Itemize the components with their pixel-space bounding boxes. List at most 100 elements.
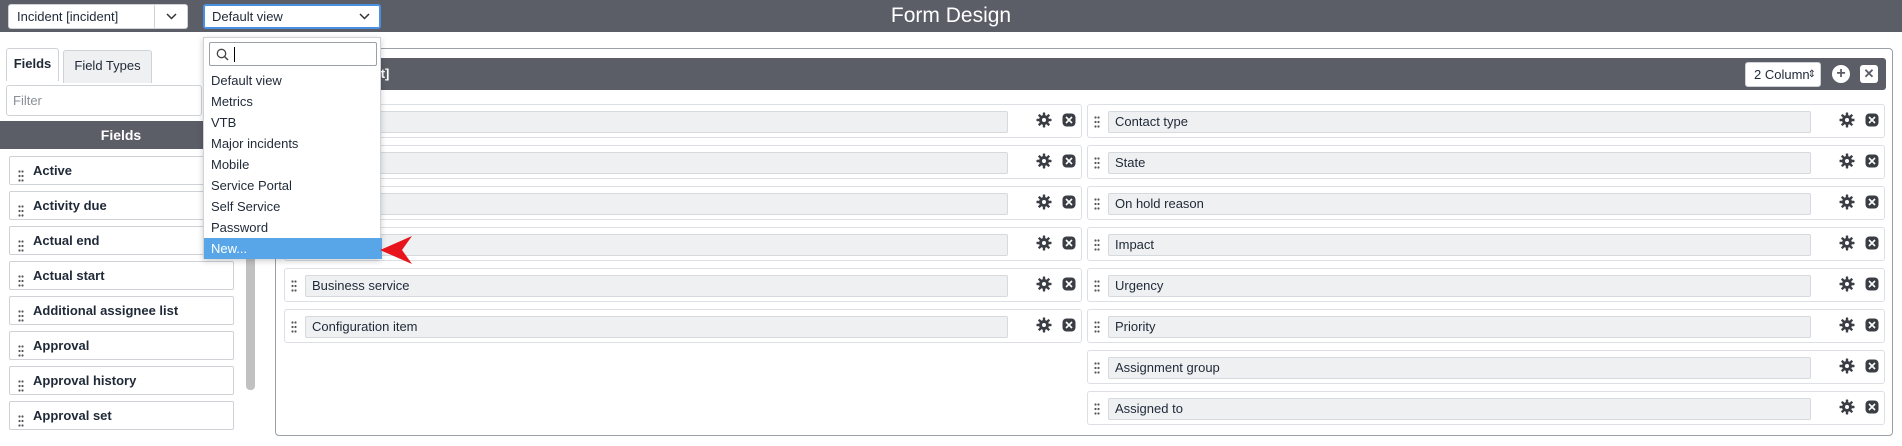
field-item-approval-set[interactable]: Approval set bbox=[9, 401, 234, 430]
field-item-approval-history[interactable]: Approval history bbox=[9, 366, 234, 395]
gear-icon[interactable] bbox=[1839, 194, 1855, 215]
form-field-label[interactable]: Contact type bbox=[1108, 111, 1811, 133]
add-section-button[interactable]: + bbox=[1832, 65, 1850, 83]
form-field-row[interactable] bbox=[284, 145, 1082, 179]
close-icon[interactable] bbox=[1865, 154, 1879, 173]
gear-icon[interactable] bbox=[1839, 112, 1855, 133]
gear-icon[interactable] bbox=[1839, 153, 1855, 174]
close-icon[interactable] bbox=[1865, 236, 1879, 255]
gear-icon[interactable] bbox=[1839, 317, 1855, 338]
gear-icon[interactable] bbox=[1036, 276, 1052, 297]
drag-handle-icon bbox=[291, 279, 297, 297]
field-item-label: Additional assignee list bbox=[33, 303, 179, 318]
gear-icon[interactable] bbox=[1036, 112, 1052, 133]
view-dropdown-menu: Default view Metrics VTB Major incidents Mob… bbox=[203, 37, 382, 259]
plus-icon: + bbox=[1836, 65, 1846, 82]
gear-icon[interactable] bbox=[1839, 235, 1855, 256]
dropdown-option[interactable]: Password bbox=[204, 217, 382, 238]
form-field-row[interactable]: Urgency bbox=[1087, 268, 1885, 302]
form-field-label[interactable]: Impact bbox=[1108, 234, 1811, 256]
gear-icon[interactable] bbox=[1839, 399, 1855, 420]
form-field-label[interactable]: Configuration item bbox=[305, 316, 1008, 338]
close-icon[interactable] bbox=[1062, 154, 1076, 173]
close-icon[interactable] bbox=[1865, 359, 1879, 378]
dropdown-option[interactable]: Major incidents bbox=[204, 133, 382, 154]
drag-handle-icon bbox=[18, 339, 24, 366]
annotation-arrow-icon bbox=[380, 234, 412, 271]
close-icon[interactable] bbox=[1062, 277, 1076, 296]
gear-icon[interactable] bbox=[1036, 235, 1052, 256]
form-field-row[interactable]: On hold reason bbox=[1087, 186, 1885, 220]
form-field-label[interactable]: Assigned to bbox=[1108, 398, 1811, 420]
remove-section-button[interactable]: ✕ bbox=[1860, 65, 1878, 83]
close-icon[interactable] bbox=[1865, 113, 1879, 132]
columns-select-value: 2 Column bbox=[1754, 67, 1810, 82]
dropdown-search-input[interactable] bbox=[209, 42, 377, 66]
form-field-row[interactable] bbox=[284, 186, 1082, 220]
drag-handle-icon bbox=[1094, 156, 1100, 174]
drag-handle-icon bbox=[18, 269, 24, 296]
close-icon[interactable] bbox=[1865, 195, 1879, 214]
gear-icon[interactable] bbox=[1839, 358, 1855, 379]
gear-icon[interactable] bbox=[1839, 276, 1855, 297]
filter-input[interactable]: Filter bbox=[6, 85, 202, 116]
field-item-actual-end[interactable]: Actual end bbox=[9, 226, 234, 255]
form-field-row[interactable]: Contact type bbox=[1087, 104, 1885, 138]
dropdown-option[interactable]: Mobile bbox=[204, 154, 382, 175]
table-select-value: Incident [incident] bbox=[17, 9, 119, 24]
field-item-active[interactable]: Active bbox=[9, 156, 234, 185]
field-item-additional-assignee-list[interactable]: Additional assignee list bbox=[9, 296, 234, 325]
drag-handle-icon bbox=[18, 234, 24, 261]
dropdown-option[interactable]: Self Service bbox=[204, 196, 382, 217]
form-field-row[interactable]: Business service bbox=[284, 268, 1082, 302]
dropdown-option[interactable]: New... bbox=[204, 238, 382, 259]
drag-handle-icon bbox=[1094, 279, 1100, 297]
form-field-label[interactable] bbox=[305, 152, 1008, 174]
form-field-row[interactable]: Priority bbox=[1087, 309, 1885, 343]
form-field-label[interactable]: Business service bbox=[305, 275, 1008, 297]
search-icon bbox=[216, 48, 229, 66]
close-icon[interactable] bbox=[1865, 318, 1879, 337]
gear-icon[interactable] bbox=[1036, 153, 1052, 174]
close-icon[interactable] bbox=[1062, 195, 1076, 214]
close-icon[interactable] bbox=[1865, 277, 1879, 296]
form-field-row[interactable]: State bbox=[1087, 145, 1885, 179]
drag-handle-icon bbox=[18, 374, 24, 401]
gear-icon[interactable] bbox=[1036, 317, 1052, 338]
columns-select[interactable]: 2 Column ⇕ bbox=[1745, 62, 1821, 87]
form-field-label[interactable]: Priority bbox=[1108, 316, 1811, 338]
form-field-label[interactable]: On hold reason bbox=[1108, 193, 1811, 215]
form-field-label[interactable]: State bbox=[1108, 152, 1811, 174]
table-select[interactable]: Incident [incident] bbox=[8, 4, 188, 29]
field-item-label: Activity due bbox=[33, 198, 107, 213]
dropdown-option[interactable]: Service Portal bbox=[204, 175, 382, 196]
view-select[interactable]: Default view bbox=[203, 4, 381, 29]
tab-fields[interactable]: Fields bbox=[6, 48, 59, 81]
form-field-label[interactable] bbox=[305, 193, 1008, 215]
field-item-actual-start[interactable]: Actual start bbox=[9, 261, 234, 290]
tab-field-types[interactable]: Field Types bbox=[63, 50, 152, 83]
dropdown-option[interactable]: Default view bbox=[204, 70, 382, 91]
gear-icon[interactable] bbox=[1036, 194, 1052, 215]
field-item-approval[interactable]: Approval bbox=[9, 331, 234, 360]
form-field-row[interactable]: Assignment group bbox=[1087, 350, 1885, 384]
form-field-label[interactable]: Assignment group bbox=[1108, 357, 1811, 379]
form-field-row[interactable]: Configuration item bbox=[284, 309, 1082, 343]
form-field-row[interactable]: Assigned to bbox=[1087, 391, 1885, 425]
close-icon[interactable] bbox=[1062, 113, 1076, 132]
field-item-activity-due[interactable]: Activity due bbox=[9, 191, 234, 220]
field-list: Active Activity due Actual end Actual st… bbox=[9, 156, 234, 436]
dropdown-option[interactable]: Metrics bbox=[204, 91, 382, 112]
form-field-row[interactable] bbox=[284, 104, 1082, 138]
close-icon[interactable] bbox=[1062, 318, 1076, 337]
close-icon[interactable] bbox=[1865, 400, 1879, 419]
form-field-label[interactable] bbox=[305, 111, 1008, 133]
drag-handle-icon bbox=[1094, 361, 1100, 379]
form-field-label[interactable]: Urgency bbox=[1108, 275, 1811, 297]
section-header bbox=[282, 58, 1886, 90]
text-cursor bbox=[234, 47, 235, 62]
dropdown-option[interactable]: VTB bbox=[204, 112, 382, 133]
close-icon[interactable] bbox=[1062, 236, 1076, 255]
form-field-row[interactable]: Impact bbox=[1087, 227, 1885, 261]
chevron-down-icon bbox=[359, 5, 370, 20]
